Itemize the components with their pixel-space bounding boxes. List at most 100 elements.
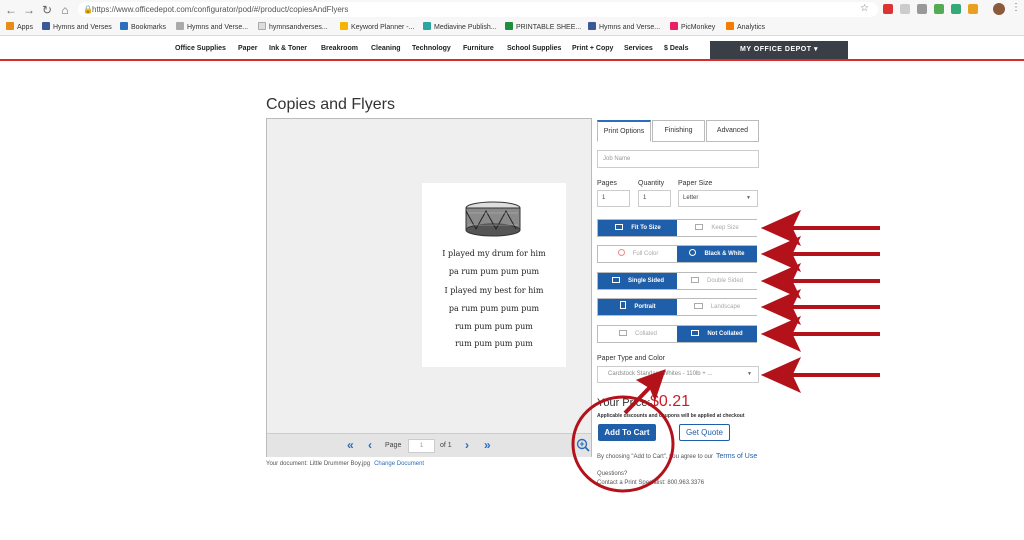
nav-print-copy[interactable]: Print + Copy — [572, 45, 613, 52]
next-page-icon[interactable]: › — [465, 438, 469, 452]
back-icon[interactable]: ← — [4, 3, 18, 17]
bookmark-item[interactable]: Bookmarks — [120, 22, 166, 32]
bookmark-item[interactable]: PicMonkey — [670, 22, 715, 32]
price-value: $0.21 — [650, 393, 691, 410]
home-icon[interactable]: ⌂ — [58, 3, 72, 17]
verse-line: pa rum pum pum pum — [448, 267, 540, 276]
bookmark-item[interactable]: hymnsandverses... — [258, 22, 328, 32]
nav-paper[interactable]: Paper — [238, 45, 257, 52]
quantity-input[interactable]: 1 — [638, 190, 671, 207]
star-icon — [120, 22, 128, 30]
portrait-option[interactable]: Portrait — [598, 299, 678, 315]
bookmark-apps[interactable]: Apps — [6, 22, 33, 32]
landscape-icon — [693, 303, 703, 309]
paper-size-select[interactable]: Letter ▼ — [678, 190, 758, 207]
pages-label: Pages — [597, 180, 617, 187]
black-white-option[interactable]: Black & White — [677, 246, 757, 262]
nav-school-supplies[interactable]: School Supplies — [507, 45, 561, 52]
bookmark-item[interactable]: Hymns and Verse... — [588, 22, 660, 32]
landscape-option[interactable]: Landscape — [677, 299, 757, 315]
first-page-icon[interactable]: « — [347, 438, 354, 452]
document-info: Your document: Little Drummer Boy.jpg Cha… — [266, 461, 424, 467]
questions-heading: Questions? — [597, 471, 628, 477]
last-page-icon[interactable]: » — [484, 438, 491, 452]
sides-toggle: Single Sided Double Sided — [597, 272, 757, 290]
address-bar[interactable]: 🔒 https://www.officedepot.com/configurat… — [78, 2, 878, 17]
arrow-color-annotation — [760, 235, 880, 273]
chevron-down-icon: ▼ — [746, 195, 751, 201]
extension-icon[interactable] — [951, 4, 961, 14]
change-document-link[interactable]: Change Document — [374, 461, 424, 467]
double-sided-option[interactable]: Double Sided — [677, 273, 757, 289]
paper-type-value: Cardstock Standard Whites - 110lb + ... — [608, 371, 713, 377]
nav-cleaning[interactable]: Cleaning — [371, 45, 401, 52]
terms-of-use-link[interactable]: Terms of Use — [716, 453, 757, 460]
extension-icon[interactable] — [934, 4, 944, 14]
nav-office-supplies[interactable]: Office Supplies — [175, 45, 226, 52]
facebook-icon — [42, 22, 50, 30]
menu-icon[interactable]: ⋮ — [1011, 2, 1021, 13]
nav-technology[interactable]: Technology — [412, 45, 451, 52]
contrast-icon — [689, 249, 697, 256]
printable-icon — [505, 22, 513, 30]
color-toggle: Full Color Black & White — [597, 245, 757, 263]
bookmark-item[interactable]: Hymns and Verses — [42, 22, 112, 32]
nav-breakroom[interactable]: Breakroom — [321, 45, 358, 52]
bookmark-item[interactable]: Hymns and Verse... — [176, 22, 248, 32]
pages-input[interactable]: 1 — [597, 190, 630, 207]
facebook-icon — [588, 22, 596, 30]
tab-print-options[interactable]: Print Options — [597, 120, 651, 142]
bookmark-item[interactable]: PRINTABLE SHEE... — [505, 22, 581, 32]
get-quote-button[interactable]: Get Quote — [679, 424, 730, 441]
bookmark-star-icon[interactable]: ☆ — [860, 3, 869, 14]
paper-type-select[interactable]: Cardstock Standard Whites - 110lb + ... ▼ — [597, 366, 759, 383]
zoom-in-icon[interactable] — [576, 438, 590, 452]
profile-avatar[interactable] — [993, 3, 1005, 15]
nav-services[interactable]: Services — [624, 45, 653, 52]
single-sided-option[interactable]: Single Sided — [598, 273, 678, 289]
verse-line: rum pum pum pum — [455, 339, 533, 348]
single-page-icon — [611, 277, 620, 283]
drum-image — [465, 201, 521, 237]
image-icon — [615, 224, 624, 230]
extension-icon[interactable] — [900, 4, 910, 14]
add-to-cart-button[interactable]: Add To Cart — [598, 424, 656, 441]
prev-page-icon[interactable]: ‹ — [368, 438, 372, 452]
full-color-option[interactable]: Full Color — [598, 246, 678, 262]
nav-furniture[interactable]: Furniture — [463, 45, 494, 52]
not-collated-option[interactable]: Not Collated — [677, 326, 757, 342]
nav-deals[interactable]: $ Deals — [664, 45, 689, 52]
contact-line: Contact a Print Specialist: 800.963.3376 — [597, 480, 705, 486]
bookmark-item[interactable]: Keyword Planner -... — [340, 22, 414, 32]
terms-note: By choosing "Add to Cart", you agree to … — [597, 453, 758, 460]
page-title: Copies and Flyers — [266, 96, 395, 113]
nav-ink-toner[interactable]: Ink & Toner — [269, 45, 307, 52]
extension-icon[interactable] — [968, 4, 978, 14]
orientation-toggle: Portrait Landscape — [597, 298, 757, 316]
verse-line: rum pum pum pum — [455, 322, 533, 331]
apps-icon — [6, 22, 14, 30]
bookmark-item[interactable]: Analytics — [726, 22, 765, 32]
extension-icon[interactable] — [917, 4, 927, 14]
tab-advanced[interactable]: Advanced — [706, 120, 759, 142]
site-navigation: Office Supplies Paper Ink & Toner Breakr… — [0, 38, 1024, 61]
url-text: https://www.officedepot.com/configurator… — [92, 5, 349, 14]
arrow-collate-annotation — [760, 315, 880, 353]
lock-icon: 🔒 — [83, 5, 93, 14]
collated-option[interactable]: Collated — [598, 326, 678, 342]
not-collated-icon — [691, 330, 700, 336]
fit-to-size-option[interactable]: Fit To Size — [598, 220, 678, 236]
analytics-icon — [726, 22, 734, 30]
page-number-input[interactable]: 1 — [408, 439, 435, 453]
forward-icon[interactable]: → — [22, 3, 36, 17]
job-name-input[interactable]: Job Name — [597, 150, 759, 168]
arrow-paper-type-annotation — [760, 356, 880, 394]
reload-icon[interactable]: ↻ — [40, 3, 54, 17]
bookmark-item[interactable]: Mediavine Publish... — [423, 22, 497, 32]
my-office-depot-button[interactable]: MY OFFICE DEPOT ▾ — [710, 41, 848, 59]
image-icon — [695, 224, 704, 230]
ads-icon — [340, 22, 348, 30]
keep-size-option[interactable]: Keep Size — [677, 220, 757, 236]
tab-finishing[interactable]: Finishing — [652, 120, 705, 142]
extension-icon[interactable] — [883, 4, 893, 14]
